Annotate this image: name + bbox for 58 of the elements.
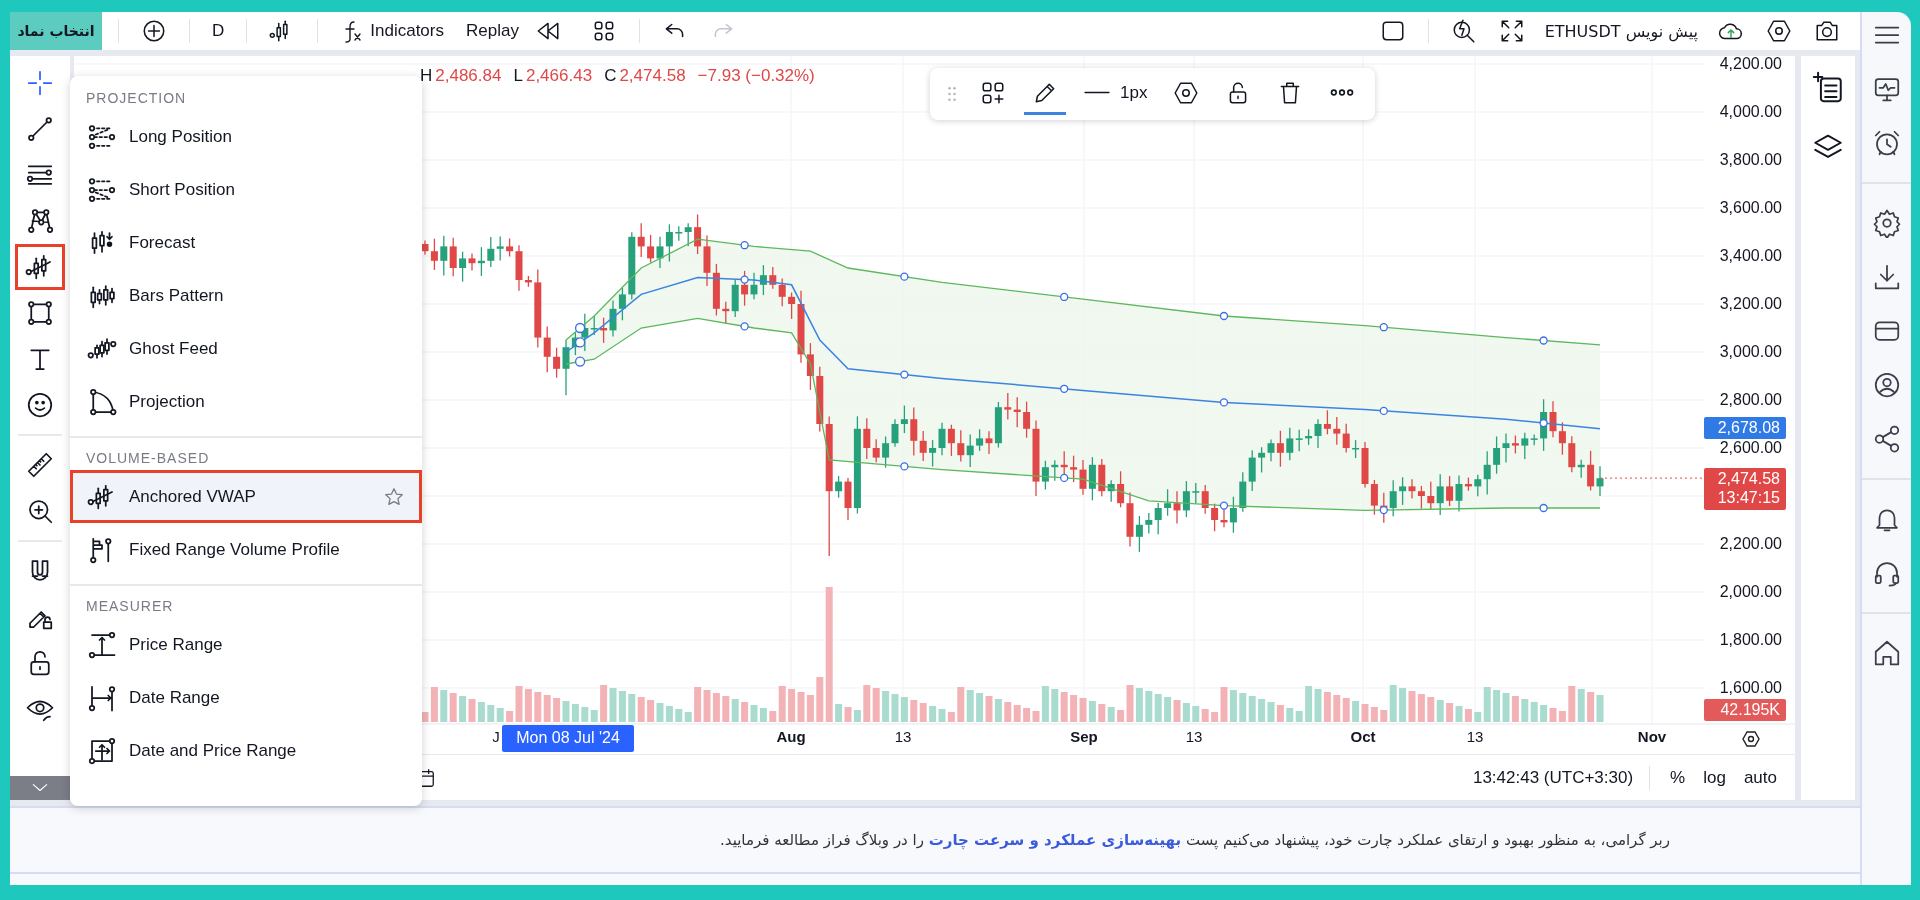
log-scale-button[interactable]: log [1699,765,1730,790]
clock-time[interactable]: 13:42:43 (UTC+3:30) [1472,767,1634,788]
price-label: 2,200.00 [1719,535,1782,552]
menu-section-title: VOLUME-BASED [85,449,211,468]
layout-name[interactable]: ETHUSDT پیش نویس [1544,21,1698,41]
legend-value: 2,474.58 [619,66,686,86]
menu-item[interactable]: Price Range [70,618,422,671]
legend-value: 2,466.43 [525,66,593,86]
menu-item[interactable]: Forecast [70,216,422,269]
menu-item[interactable]: Date Range [70,671,422,724]
legend-value: 2,486.84 [435,66,502,86]
volume-price-tag: 42.195K [1704,699,1786,721]
price-label: 1,600.00 [1719,679,1782,696]
menu-item[interactable]: Projection [70,375,422,428]
last-price-tag: 2,474.58 13:47:15 [1704,468,1786,510]
percent-scale-button[interactable]: % [1666,765,1690,790]
menu-item[interactable]: Date and Price Range [70,724,422,777]
time-label: 13 [894,728,912,745]
menu-section-title: PROJECTION [85,89,188,108]
menu-item[interactable]: Bars Pattern [70,269,422,322]
indicators-button[interactable]: Indicators [334,19,450,43]
replay-button[interactable]: Replay [460,18,567,44]
time-label: Oct [1350,728,1376,745]
price-label: 3,600.00 [1719,199,1782,216]
notice-text: ربر گرامی، به منظور بهبود و ارتقای عملکرد چارت خود، پیشنهاد می‌کنیم پست بهینه‌سازی عملکرد و سرعت چارت را در وبلاگ فراز مطالعه فرمایید. [720,831,1670,849]
time-label: Sep [1070,728,1098,745]
time-label: 13 [1466,728,1484,745]
price-label: 4,000.00 [1719,103,1782,120]
auto-scale-button[interactable]: auto [1739,765,1781,790]
blog-post-link[interactable]: بهینه‌سازی عملکرد و سرعت چارت [928,831,1182,849]
menu-item[interactable]: Fixed Range Volume Profile [70,523,422,576]
price-label: 2,000.00 [1719,583,1782,600]
price-label: 3,400.00 [1719,247,1782,264]
crosshair-date-label: Mon 08 Jul '24 [502,725,634,752]
price-label: 3,800.00 [1719,151,1782,168]
legend-change: −7.93 (−0.32%) [697,66,815,86]
price-label: 2,600.00 [1719,439,1782,456]
symbol-search-button[interactable]: انتخاب نماد [10,12,102,50]
time-label: 13 [1185,728,1203,745]
time-label: Nov [1637,728,1667,745]
vwap-price-tag: 2,678.08 [1704,417,1786,439]
interval-button[interactable]: D [206,21,231,41]
menu-section-title: MEASURER [85,597,175,616]
menu-item[interactable]: Ghost Feed [70,322,422,375]
time-label: J [492,728,500,745]
menu-item[interactable]: Long Position [70,110,422,163]
legend-label: L [513,66,523,86]
price-label: 3,200.00 [1719,295,1782,312]
price-label: 3,000.00 [1719,343,1782,360]
legend-label: H [420,66,433,86]
menu-item[interactable]: Short Position [70,163,422,216]
price-label: 1,800.00 [1719,631,1782,648]
price-label: 2,800.00 [1719,391,1782,408]
menu-item[interactable]: Anchored VWAP [70,470,422,523]
time-label: Aug [776,728,806,745]
legend-label: C [604,66,617,86]
line-width-button[interactable]: 1px [1076,76,1156,112]
price-label: 4,200.00 [1719,56,1782,72]
